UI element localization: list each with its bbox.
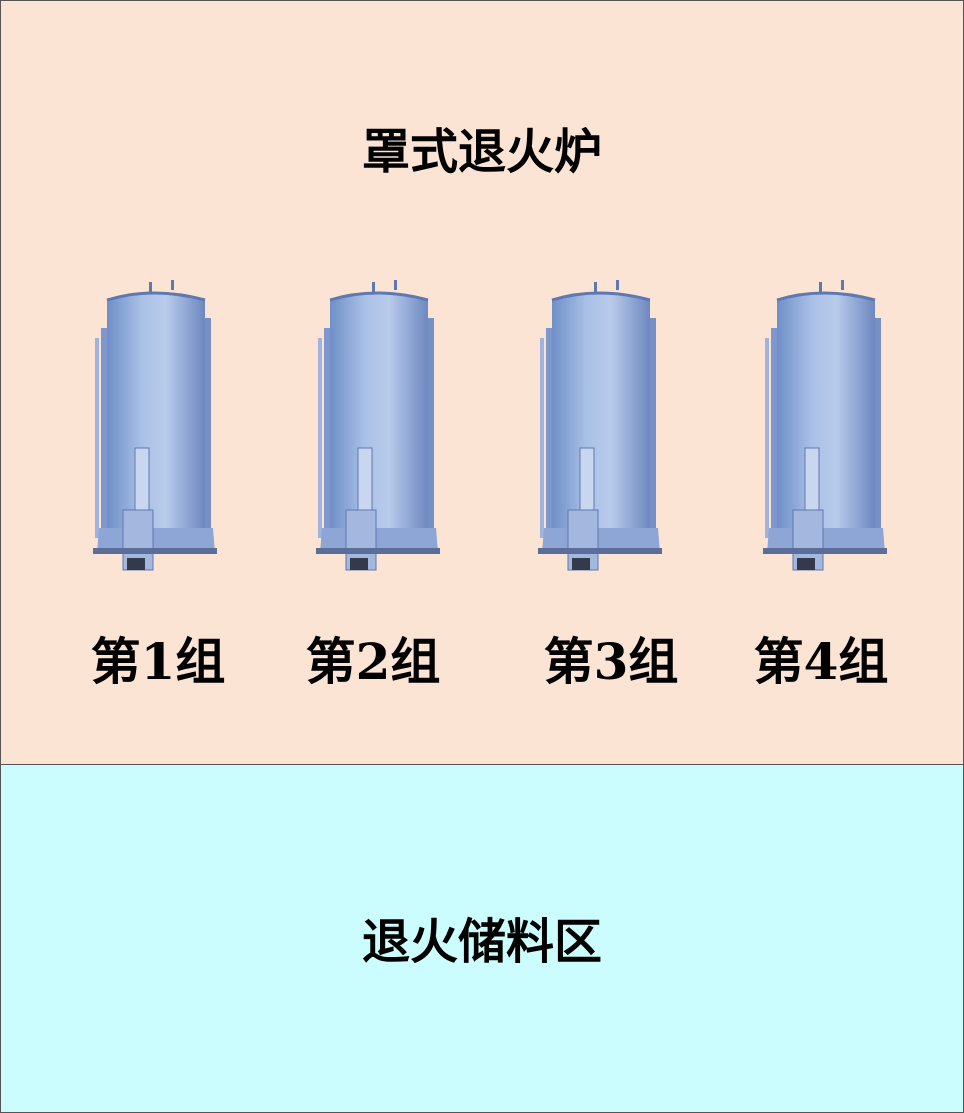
group-label-2: 第2组 <box>305 632 441 691</box>
furnace-image-group-2 <box>316 278 440 578</box>
furnace-image-group-4 <box>763 278 887 578</box>
storage-zone-title: 退火储料区 <box>361 914 602 970</box>
furnace-image-group-3 <box>538 278 662 578</box>
group-label-4: 第4组 <box>753 632 889 691</box>
group-label-1: 第1组 <box>90 632 226 691</box>
group-label-3: 第3组 <box>543 632 679 691</box>
furnace-zone-title: 罩式退火炉 <box>361 124 602 180</box>
furnace-image-group-1 <box>93 278 217 578</box>
